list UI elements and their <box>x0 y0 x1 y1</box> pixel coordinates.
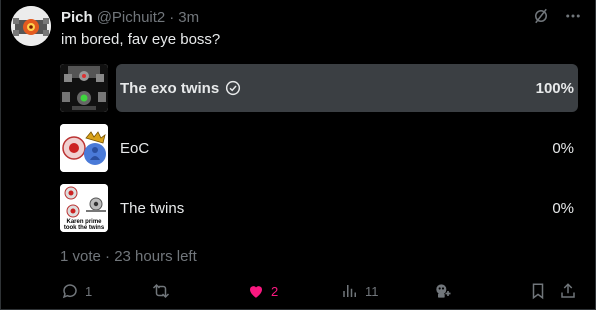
grok-icon <box>436 284 451 298</box>
action-bar: 1 2 11 <box>53 280 585 302</box>
author-name[interactable]: Pich <box>61 9 93 26</box>
grok-button[interactable] <box>433 280 453 302</box>
poll-option-1[interactable]: The exo twins 100% <box>60 64 578 112</box>
repost-icon <box>152 283 170 299</box>
post-header: Pich @Pichuit2 · 3m <box>61 7 199 27</box>
like-button[interactable]: 2 <box>247 280 278 302</box>
post-time[interactable]: 3m <box>178 9 199 26</box>
poll-option-label: EoC <box>120 139 150 157</box>
heart-icon <box>250 286 262 298</box>
views-count: 11 <box>365 283 379 299</box>
bookmark-button[interactable] <box>529 280 547 302</box>
avatar[interactable] <box>11 6 51 46</box>
author-handle[interactable]: @Pichuit2 <box>97 9 166 26</box>
poll-option-percent: 100% <box>535 79 574 97</box>
top-actions <box>531 6 583 26</box>
poll-option-label: The twins <box>120 199 185 217</box>
poll-meta: 1 vote · 23 hours left <box>60 248 197 265</box>
the-twins-thumbnail: Karen prime took the twins <box>60 184 108 232</box>
views-icon <box>343 285 356 297</box>
views-button[interactable]: 11 <box>341 280 379 302</box>
poll-option-3[interactable]: Karen prime took the twins The twins 0% <box>60 184 578 232</box>
poll-option-percent: 0% <box>552 199 574 217</box>
poll-option-label: The exo twins <box>120 64 241 112</box>
eye-of-cthulhu-thumbnail <box>60 124 108 172</box>
share-button[interactable] <box>559 280 577 302</box>
like-count: 2 <box>271 283 279 299</box>
reply-icon <box>62 284 77 299</box>
reply-button[interactable]: 1 <box>61 280 92 302</box>
bookmark-icon <box>532 283 544 300</box>
share-icon <box>561 283 575 298</box>
more-options-icon[interactable] <box>563 6 583 26</box>
post-text: im bored, fav eye boss? <box>61 31 221 48</box>
reply-count: 1 <box>85 283 93 299</box>
grok-analyze-icon[interactable] <box>531 6 551 26</box>
exo-twins-thumbnail <box>60 64 108 112</box>
thumbnail-caption: Karen prime took the twins <box>63 219 105 231</box>
winner-check-icon <box>225 80 241 96</box>
avatar-image <box>11 6 51 46</box>
repost-button[interactable] <box>151 280 177 302</box>
separator-dot: · <box>169 8 175 26</box>
poll-option-percent: 0% <box>552 139 574 157</box>
tweet-card[interactable]: Pich @Pichuit2 · 3m im bored, fav eye bo… <box>0 0 596 310</box>
poll-option-2[interactable]: EoC 0% <box>60 124 578 172</box>
